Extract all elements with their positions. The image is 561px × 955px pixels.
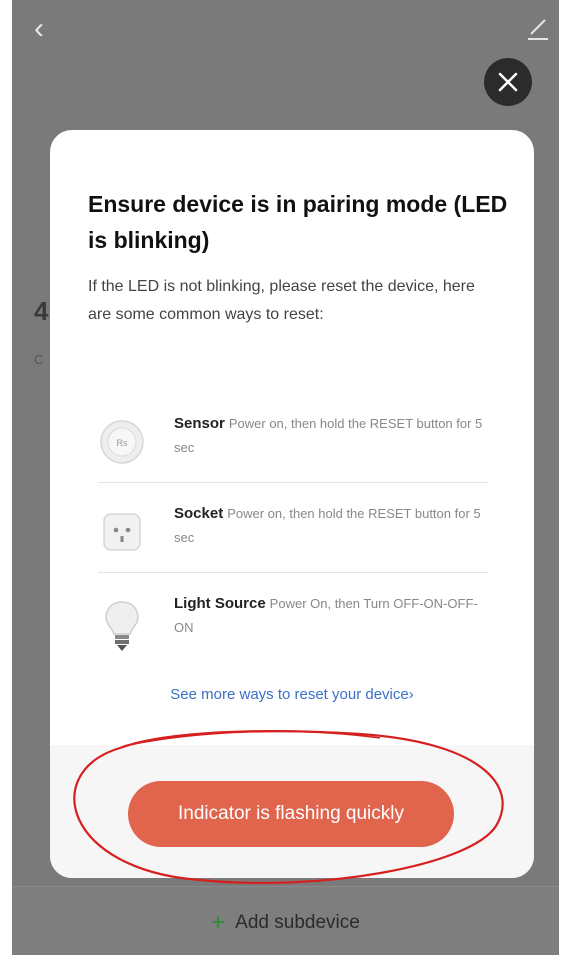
edit-icon[interactable] <box>525 14 551 42</box>
dialog-description: If the LED is not blinking, please reset… <box>88 278 475 323</box>
item-name: Sensor <box>174 415 225 432</box>
dialog-footer: Indicator is flashing quickly <box>50 745 534 878</box>
dialog-title: Ensure device is in pairing mode (LED is… <box>88 191 508 253</box>
bulb-icon <box>98 598 146 651</box>
pairing-mode-dialog: Ensure device is in pairing mode (LED is… <box>50 130 534 878</box>
item-text: Light Source Power On, then Turn OFF-ON-O… <box>174 592 484 640</box>
divider <box>98 482 488 483</box>
socket-icon <box>98 508 146 556</box>
list-item-socket: Socket Power on, then hold the RESET butt… <box>98 502 488 572</box>
background-heading: 4 <box>34 296 49 326</box>
back-icon[interactable]: ‹ <box>34 14 60 44</box>
bottom-bar: + Add subdevice <box>12 886 559 955</box>
background-subtext: C <box>34 352 44 367</box>
sensor-icon: Rs <box>98 418 146 466</box>
item-name: Light Source <box>174 595 266 612</box>
close-icon <box>498 72 518 92</box>
indicator-flashing-button[interactable]: Indicator is flashing quickly <box>128 781 454 847</box>
list-item-sensor: Rs Sensor Power on, then hold the RESET b… <box>98 412 488 482</box>
plus-icon: + <box>211 909 226 936</box>
list-item-light-source: Light Source Power On, then Turn OFF-ON-O… <box>98 592 488 662</box>
more-reset-ways-link[interactable]: See more ways to reset your device› <box>50 686 534 703</box>
add-subdevice-label: Add subdevice <box>235 912 360 933</box>
close-button[interactable] <box>484 58 532 106</box>
item-text: Sensor Power on, then hold the RESET butt… <box>174 412 484 460</box>
app-screen: ‹ 4 C + Add subdevice Ensure device is in… <box>12 0 559 955</box>
divider <box>98 572 488 573</box>
add-subdevice-button[interactable]: + Add subdevice <box>12 909 559 937</box>
item-text: Socket Power on, then hold the RESET butt… <box>174 502 484 550</box>
svg-text:Rs: Rs <box>117 438 128 448</box>
item-name: Socket <box>174 505 224 522</box>
